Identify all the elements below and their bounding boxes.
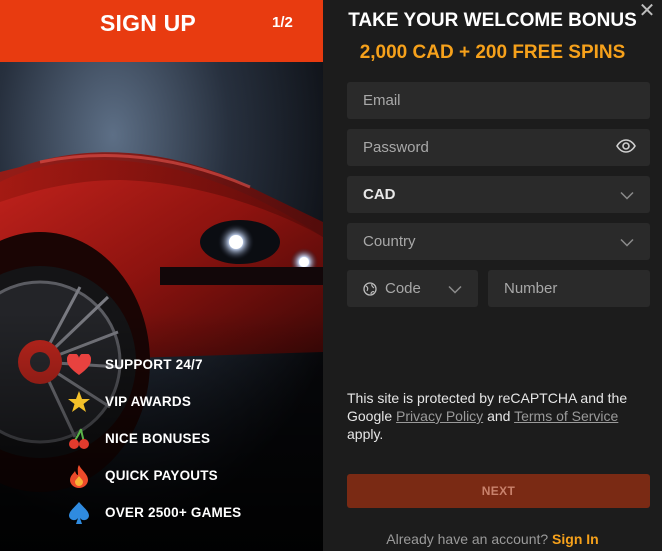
flame-icon [66,463,92,489]
feature-label: OVER 2500+ GAMES [105,505,242,520]
email-field[interactable]: Email [347,82,650,119]
step-indicator: 1/2 [272,14,293,31]
spade-icon [66,500,92,526]
signin-prompt: Already have an account? Sign In [323,531,662,547]
signin-prompt-text: Already have an account? [386,531,549,547]
recaptcha-notice: This site is protected by reCAPTCHA and … [347,389,637,443]
password-placeholder: Password [363,139,429,156]
signup-modal: SIGN UP 1/2 SUPPORT 24/7 VIP AWARDS NICE… [0,0,662,551]
recaptcha-and: and [483,408,515,424]
phone-code-select[interactable]: Code [347,270,478,307]
feature-payouts: QUICK PAYOUTS [66,457,241,494]
feature-vip: VIP AWARDS [66,383,241,420]
number-placeholder: Number [504,280,558,297]
feature-bonuses: NICE BONUSES [66,420,241,457]
feature-label: VIP AWARDS [105,394,192,409]
privacy-policy-link[interactable]: Privacy Policy [396,408,483,424]
currency-value: CAD [363,186,396,203]
feature-games: OVER 2500+ GAMES [66,494,241,531]
feature-label: NICE BONUSES [105,431,211,446]
sign-in-link[interactable]: Sign In [552,531,599,547]
country-placeholder: Country [363,233,416,250]
promo-panel: SIGN UP 1/2 SUPPORT 24/7 VIP AWARDS NICE… [0,0,323,551]
terms-of-service-link[interactable]: Terms of Service [514,408,618,424]
feature-list: SUPPORT 24/7 VIP AWARDS NICE BONUSES QUI… [66,346,241,531]
feature-support: SUPPORT 24/7 [66,346,241,383]
globe-icon [363,281,377,296]
country-select[interactable]: Country [347,223,650,260]
welcome-title: TAKE YOUR WELCOME BONUS [348,10,637,31]
chevron-down-icon [448,280,462,297]
recaptcha-apply: apply. [347,426,384,442]
email-placeholder: Email [363,92,401,109]
signup-form-panel: ✕ TAKE YOUR WELCOME BONUS 2,000 CAD + 20… [323,0,662,551]
feature-label: SUPPORT 24/7 [105,357,203,372]
phone-number-field[interactable]: Number [488,270,650,307]
signup-header: SIGN UP 1/2 [0,0,323,62]
chevron-down-icon [620,186,634,203]
feature-label: QUICK PAYOUTS [105,468,218,483]
password-field[interactable]: Password [347,129,650,166]
currency-select[interactable]: CAD [347,176,650,213]
star-icon [66,389,92,415]
signup-title: SIGN UP [100,10,196,36]
cherries-icon [66,426,92,452]
bonus-offer: 2,000 CAD + 200 FREE SPINS [359,42,626,63]
heart-icon [66,352,92,378]
eye-icon[interactable] [616,138,636,157]
chevron-down-icon [620,233,634,250]
code-placeholder: Code [385,280,421,297]
next-button[interactable]: NEXT [347,474,650,508]
